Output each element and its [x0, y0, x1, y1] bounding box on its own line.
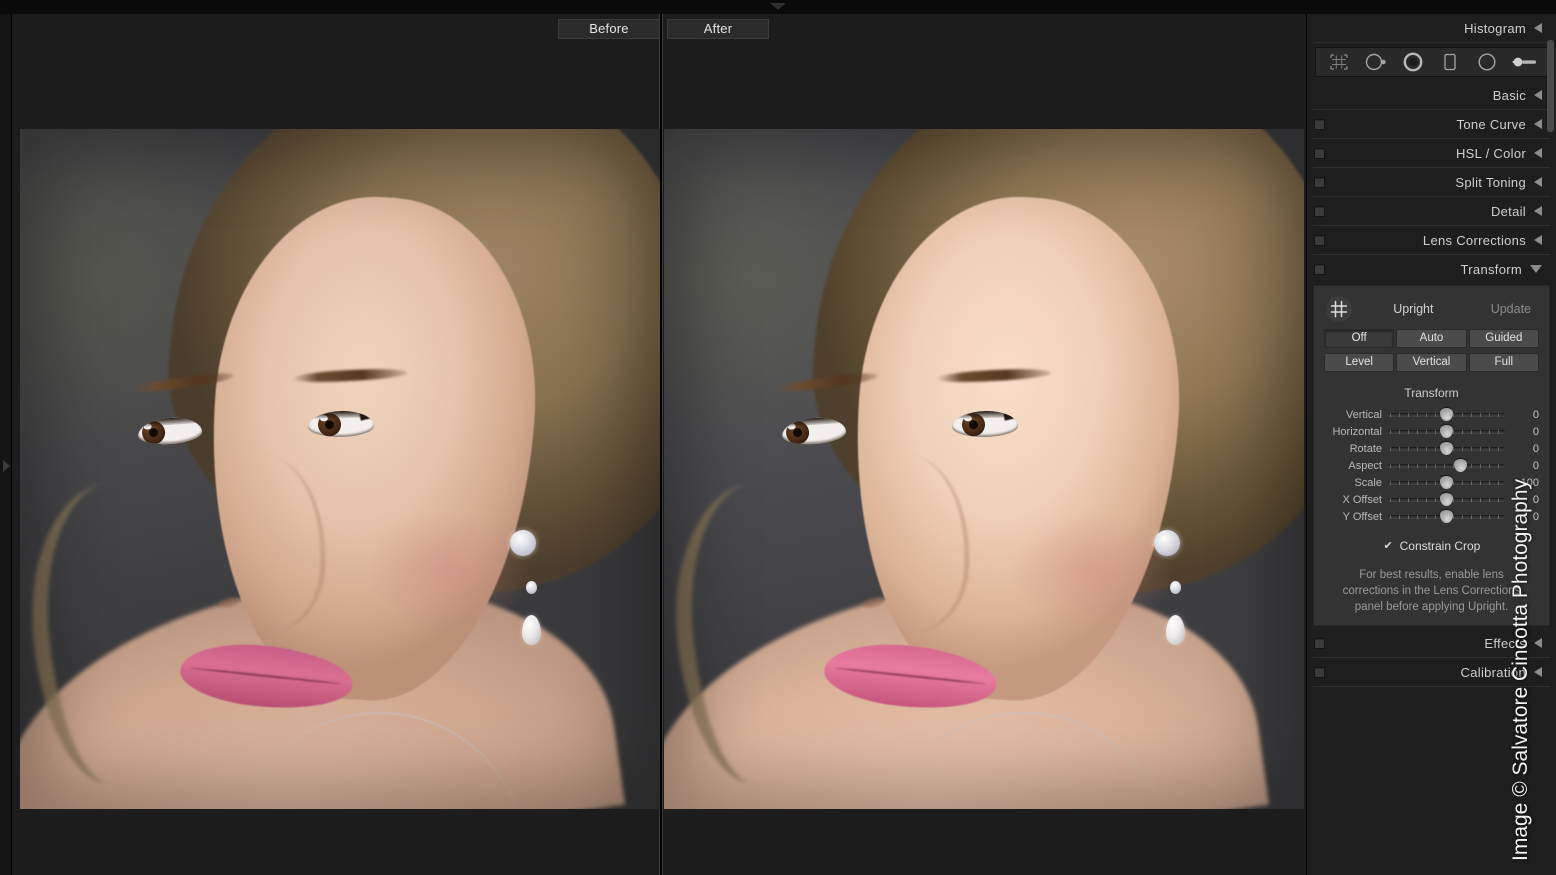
- slider-label: Vertical: [1345, 408, 1382, 421]
- pupil: [793, 427, 803, 438]
- after-label[interactable]: After: [667, 19, 769, 39]
- earring-link: [525, 581, 537, 595]
- slider-track[interactable]: [1388, 476, 1505, 489]
- before-label[interactable]: Before: [558, 19, 660, 39]
- slider-handle[interactable]: [1454, 459, 1468, 472]
- watermark-text: Image © Salvatore Cincotta Photography: [1509, 478, 1532, 861]
- radial-filter-icon[interactable]: [1472, 50, 1502, 74]
- chevron-right-icon[interactable]: [3, 460, 10, 472]
- upright-mode-auto[interactable]: Auto: [1396, 329, 1467, 348]
- left-panel-collapse-strip[interactable]: [0, 14, 12, 875]
- constrain-crop-checkbox[interactable]: ✔: [1383, 540, 1394, 552]
- crop-grid-icon[interactable]: [1324, 50, 1354, 74]
- slider-label: Scale: [1354, 476, 1382, 489]
- slider-handle[interactable]: [1440, 493, 1453, 506]
- cheek-blush: [365, 509, 532, 633]
- panel-switch-icon[interactable]: [1314, 264, 1325, 275]
- panel-switch-icon[interactable]: [1314, 119, 1325, 130]
- lightroom-develop-window: Before After Histogram Basic Tone Curve …: [0, 0, 1556, 875]
- watermark: Image © Salvatore Cincotta Photography: [1509, 0, 1556, 875]
- panel-switch-icon[interactable]: [1314, 206, 1325, 217]
- hair-wisp: [879, 129, 1067, 196]
- slider-label: Rotate: [1349, 442, 1382, 455]
- before-photo[interactable]: [20, 129, 660, 809]
- red-eye-icon[interactable]: [1398, 50, 1428, 74]
- lip-line: [190, 667, 343, 686]
- chevron-down-icon[interactable]: [770, 3, 786, 10]
- after-photo[interactable]: [664, 129, 1304, 809]
- slider-handle[interactable]: [1440, 425, 1453, 438]
- slider-ticks: [1390, 464, 1503, 468]
- slider-label: Y Offset: [1342, 510, 1382, 523]
- upright-mode-vertical[interactable]: Vertical: [1396, 353, 1467, 372]
- upright-mode-row-2: Level Vertical Full: [1324, 353, 1539, 372]
- slider-track[interactable]: [1388, 493, 1505, 506]
- slider-handle[interactable]: [1440, 510, 1453, 523]
- slider-handle[interactable]: [1440, 442, 1453, 455]
- slider-label: X Offset: [1342, 493, 1382, 506]
- graduated-filter-icon[interactable]: [1435, 50, 1465, 74]
- slider-track[interactable]: [1388, 425, 1505, 438]
- slider-y-offset[interactable]: Y Offset 0: [1324, 508, 1539, 525]
- hair-wisp: [235, 129, 423, 196]
- lip-line: [834, 667, 987, 686]
- pupil: [324, 420, 335, 430]
- panel-switch-icon[interactable]: [1314, 638, 1325, 649]
- slider-label: Horizontal: [1332, 425, 1382, 438]
- upright-mode-row-1: Off Auto Guided: [1324, 329, 1539, 348]
- slider-x-offset[interactable]: X Offset 0: [1324, 491, 1539, 508]
- slider-horizontal[interactable]: Horizontal 0: [1324, 423, 1539, 440]
- slider-handle[interactable]: [1440, 476, 1453, 489]
- upright-label: Upright: [1393, 302, 1434, 316]
- upright-mode-level[interactable]: Level: [1324, 353, 1395, 372]
- slider-vertical[interactable]: Vertical 0: [1324, 406, 1539, 423]
- slider-label: Aspect: [1348, 459, 1382, 472]
- panel-switch-icon[interactable]: [1314, 235, 1325, 246]
- earring-link: [1169, 581, 1181, 595]
- slider-handle[interactable]: [1440, 408, 1453, 421]
- top-panel-collapse-bar[interactable]: [0, 0, 1556, 14]
- panel-switch-icon[interactable]: [1314, 177, 1325, 188]
- slider-track[interactable]: [1388, 459, 1505, 472]
- constrain-crop-label: Constrain Crop: [1399, 539, 1481, 553]
- earring-stud: [509, 530, 536, 557]
- pupil: [149, 427, 159, 438]
- upright-mode-off[interactable]: Off: [1324, 329, 1395, 348]
- slider-track[interactable]: [1388, 408, 1505, 421]
- earring-stud: [1153, 530, 1180, 557]
- panel-switch-icon[interactable]: [1314, 667, 1325, 678]
- slider-track[interactable]: [1388, 442, 1505, 455]
- slider-scale[interactable]: Scale 100: [1324, 474, 1539, 491]
- slider-aspect[interactable]: Aspect 0: [1324, 457, 1539, 474]
- transform-slider-list: Vertical 0 Horizontal 0 Rotate 0 Aspect …: [1324, 406, 1539, 525]
- slider-track[interactable]: [1388, 510, 1505, 523]
- image-viewer[interactable]: Before After: [0, 14, 1306, 875]
- panel-switch-icon[interactable]: [1314, 148, 1325, 159]
- pupil: [968, 420, 979, 430]
- cheek-blush: [1009, 509, 1176, 633]
- slider-rotate[interactable]: Rotate 0: [1324, 440, 1539, 457]
- spot-removal-icon[interactable]: [1361, 50, 1391, 74]
- transform-hint-text: For best results, enable lens correction…: [1342, 569, 1521, 613]
